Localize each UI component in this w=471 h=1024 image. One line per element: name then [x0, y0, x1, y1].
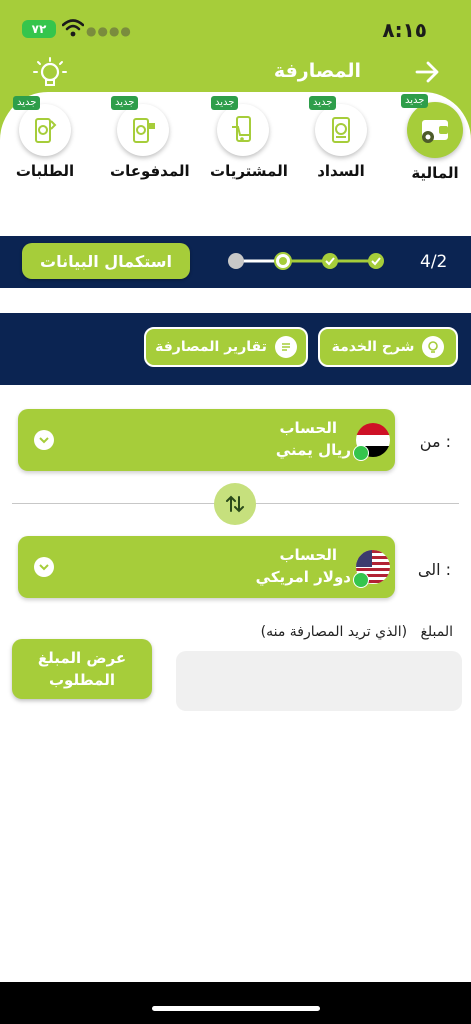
complete-data-button[interactable]: استكمال البيانات: [22, 243, 190, 279]
category-purchases[interactable]: جديد المشتريات: [210, 96, 288, 180]
amount-label: المبلغ (الذي تريد المصارفة منه): [261, 624, 453, 640]
home-indicator[interactable]: [152, 1006, 320, 1011]
back-arrow-icon[interactable]: [413, 58, 441, 86]
wallet-gear-icon: [422, 120, 448, 143]
home-bar: [0, 982, 471, 1024]
phone-requests-icon: [35, 118, 57, 143]
exchange-reports-button[interactable]: تقارير المصارفة: [144, 327, 308, 367]
category-circle: جديد: [211, 96, 269, 156]
new-badge: جديد: [13, 96, 41, 110]
new-badge: جديد: [211, 96, 239, 110]
to-account-title: الحساب: [279, 546, 337, 564]
category-payments[interactable]: جديد المدفوعات: [110, 96, 190, 180]
from-account-title: الحساب: [279, 419, 337, 437]
step-dot-done: [322, 253, 338, 269]
category-label: الطلبات: [15, 162, 75, 180]
service-explain-button[interactable]: شرح الخدمة: [318, 327, 458, 367]
active-dot: [353, 445, 369, 461]
step-counter: 4/2: [420, 252, 448, 272]
category-label: المشتريات: [210, 162, 288, 180]
report-icon: [274, 336, 297, 358]
show-required-amount-button[interactable]: عرض المبلغ المطلوب: [12, 639, 152, 699]
battery-level: ٧٢: [31, 22, 47, 36]
category-circle: جديد: [309, 96, 367, 156]
chevron-down-icon[interactable]: [34, 557, 54, 577]
service-explain-label: شرح الخدمة: [331, 339, 415, 355]
exchange-reports-label: تقارير المصارفة: [155, 339, 267, 355]
swap-arrows-icon: [226, 495, 244, 513]
to-account-selector[interactable]: الحساب دولار امريكي: [18, 536, 395, 598]
new-badge: جديد: [401, 94, 429, 108]
swap-currencies-button[interactable]: [214, 483, 256, 525]
lightbulb-icon: [422, 336, 445, 358]
step-dot: [228, 253, 244, 269]
page-title: المصارفة: [273, 60, 361, 82]
battery-icon: ٧٢: [22, 20, 56, 38]
amount-label-text: المبلغ: [420, 624, 453, 640]
category-finance-circle: جديد: [401, 94, 463, 158]
bill-pay-icon: [332, 117, 350, 143]
status-time: ٨:١٥: [382, 18, 427, 42]
new-badge: جديد: [111, 96, 139, 110]
category-label: المالية: [411, 164, 459, 182]
to-currency: دولار امريكي: [255, 568, 351, 586]
from-label: من :: [419, 432, 451, 451]
from-currency: ريال يمني: [275, 441, 351, 459]
wifi-icon: [62, 19, 84, 37]
active-dot: [353, 572, 369, 588]
step-progress-indicator: [228, 252, 384, 270]
amount-hint: (الذي تريد المصارفة منه): [260, 624, 408, 640]
step-dot-done: [368, 253, 384, 269]
category-circle: جديد: [111, 96, 169, 156]
category-label: السداد: [317, 162, 365, 180]
amount-input[interactable]: [176, 651, 462, 711]
new-badge: جديد: [309, 96, 337, 110]
from-account-selector[interactable]: الحساب ريال يمني: [18, 409, 395, 471]
phone-shopping-icon: [232, 116, 251, 142]
category-label: المدفوعات: [110, 162, 190, 180]
to-label: الى :: [417, 560, 451, 579]
category-finance[interactable]: جديد المالية: [401, 94, 468, 182]
category-payments-bill[interactable]: جديد السداد: [308, 96, 374, 180]
category-requests[interactable]: جديد الطلبات: [12, 96, 78, 180]
chevron-down-icon[interactable]: [34, 430, 54, 450]
phone-payment-icon: [133, 118, 155, 143]
lightbulb-icon[interactable]: [32, 56, 68, 92]
signal-icon: ●●●●: [86, 24, 132, 38]
category-circle: جديد: [13, 96, 71, 156]
